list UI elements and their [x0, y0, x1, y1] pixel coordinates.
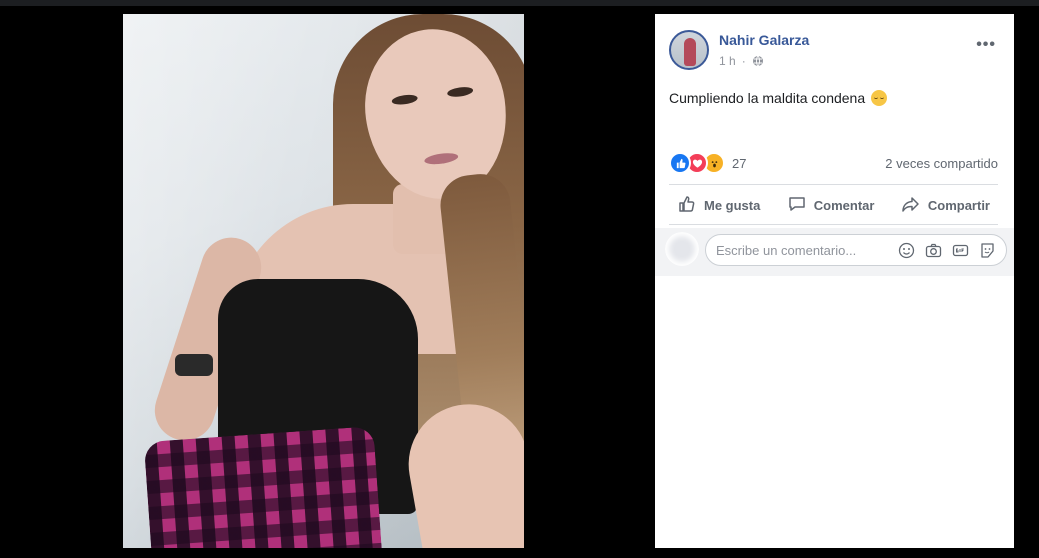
viewer-avatar — [665, 232, 699, 266]
comment-label: Comentar — [813, 197, 875, 213]
comment-composer: Escribe un comentario... — [655, 228, 1014, 276]
sticker-icon[interactable] — [979, 242, 996, 259]
comment-button[interactable]: Comentar — [787, 194, 875, 217]
comment-placeholder: Escribe un comentario... — [716, 242, 857, 258]
share-icon — [901, 194, 921, 217]
comment-tools — [898, 242, 996, 259]
like-label: Me gusta — [704, 197, 761, 213]
share-button[interactable]: Compartir — [901, 194, 990, 217]
divider-bottom — [669, 224, 998, 225]
post-text-content: Cumpliendo la maldita condena — [669, 90, 866, 106]
relieved-emoji-icon — [871, 90, 888, 106]
gif-icon[interactable] — [952, 242, 969, 259]
post-header: Nahir Galarza 1 h · ••• — [669, 30, 1002, 74]
like-reaction-icon[interactable] — [669, 152, 691, 174]
emoji-icon[interactable] — [898, 242, 915, 259]
comment-input[interactable]: Escribe un comentario... — [705, 234, 1007, 266]
share-label: Compartir — [927, 197, 990, 213]
top-bar — [0, 0, 1039, 6]
post-actions: Me gusta Comentar Compartir — [669, 190, 998, 220]
photo-plaid-skirt — [143, 426, 383, 548]
post-time[interactable]: 1 h — [719, 54, 736, 68]
photo-watch — [175, 354, 213, 376]
author-avatar[interactable] — [669, 30, 709, 70]
reaction-count[interactable]: 27 — [732, 156, 746, 171]
post-panel: Nahir Galarza 1 h · ••• Cumpliendo la ma… — [655, 14, 1014, 548]
thumbs-up-icon — [677, 194, 697, 217]
camera-icon[interactable] — [925, 242, 942, 259]
share-count[interactable]: 2 veces compartido — [885, 156, 998, 171]
reaction-icons[interactable] — [669, 152, 725, 174]
post-meta: 1 h · — [719, 54, 764, 68]
like-button[interactable]: Me gusta — [677, 194, 760, 217]
globe-icon[interactable] — [752, 55, 764, 67]
more-options-icon[interactable]: ••• — [976, 36, 996, 54]
post-text: Cumpliendo la maldita condena — [669, 90, 888, 106]
reactions-bar: 27 2 veces compartido — [669, 152, 998, 174]
author-name[interactable]: Nahir Galarza — [719, 32, 809, 48]
post-photo[interactable] — [123, 14, 524, 548]
divider-top — [669, 184, 998, 185]
comment-icon — [787, 194, 807, 217]
